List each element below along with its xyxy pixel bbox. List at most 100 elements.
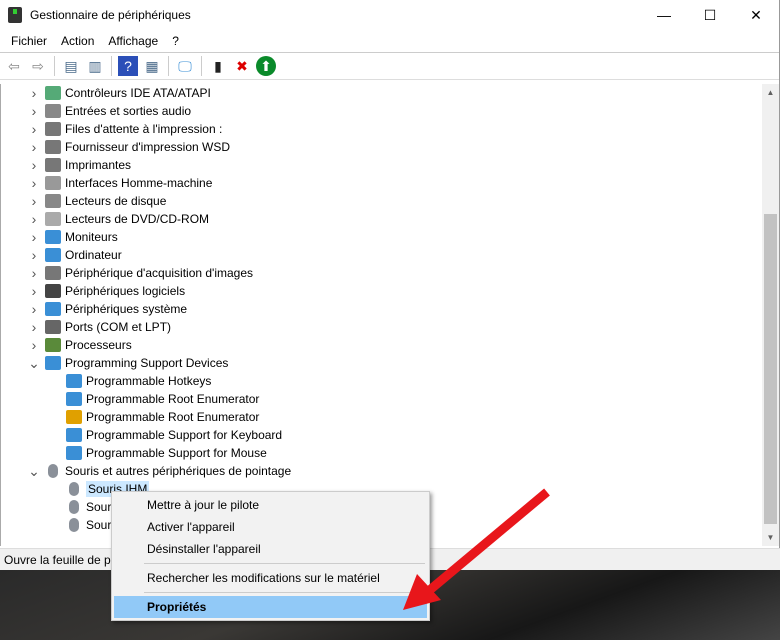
tree-item-label: Lecteurs de DVD/CD-ROM	[65, 212, 210, 226]
tree-category-item[interactable]: › Lecteurs de DVD/CD-ROM	[27, 210, 209, 228]
device-icon	[45, 140, 61, 154]
tree-device-item[interactable]: Programmable Root Enumerator	[62, 408, 259, 426]
scrollbar-thumb[interactable]	[764, 214, 777, 524]
uninstall-button[interactable]: ✖	[232, 56, 252, 76]
chevron-down-icon[interactable]: ⌄	[27, 463, 41, 480]
device-icon	[45, 266, 61, 280]
close-button[interactable]: ✕	[733, 0, 779, 30]
device-icon	[45, 248, 61, 262]
chevron-right-icon[interactable]: ›	[27, 211, 41, 227]
menu-bar: Fichier Action Affichage ?	[0, 30, 779, 52]
menu-item-enable-device[interactable]: Activer l'appareil	[114, 516, 427, 538]
chevron-right-icon[interactable]: ›	[27, 247, 41, 263]
device-icon	[45, 338, 61, 352]
tree-category-item[interactable]: › Périphériques système	[27, 300, 187, 318]
chevron-right-icon[interactable]: ›	[27, 193, 41, 209]
tree-item-label: Fournisseur d'impression WSD	[65, 140, 231, 154]
toolbar-separator	[201, 56, 202, 76]
tree-category-item[interactable]: › Imprimantes	[27, 156, 131, 174]
device-icon	[45, 302, 61, 316]
properties-button[interactable]: ▥	[85, 56, 105, 76]
chevron-right-icon[interactable]: ›	[27, 103, 41, 119]
menu-item-scan-hardware[interactable]: Rechercher les modifications sur le maté…	[114, 567, 427, 589]
tree-category-item[interactable]: › Interfaces Homme-machine	[27, 174, 213, 192]
menu-item-uninstall-device[interactable]: Désinstaller l'appareil	[114, 538, 427, 560]
chevron-right-icon[interactable]: ›	[27, 265, 41, 281]
chevron-right-icon[interactable]: ›	[27, 283, 41, 299]
device-icon	[66, 392, 82, 406]
toolbar-separator	[111, 56, 112, 76]
tree-category-item[interactable]: › Contrôleurs IDE ATA/ATAPI	[27, 84, 211, 102]
tree-device-item[interactable]: Programmable Root Enumerator	[62, 390, 259, 408]
tree-item-label: Périphériques logiciels	[65, 284, 186, 298]
tree-category-item[interactable]: › Moniteurs	[27, 228, 118, 246]
forward-button[interactable]: ⇨	[28, 56, 48, 76]
chevron-right-icon[interactable]: ›	[27, 121, 41, 137]
chevron-right-icon[interactable]: ›	[27, 301, 41, 317]
scroll-down-arrow[interactable]: ▼	[762, 529, 779, 546]
menu-fichier[interactable]: Fichier	[4, 34, 54, 48]
help-button[interactable]: ?	[118, 56, 138, 76]
scroll-up-arrow[interactable]: ▲	[762, 84, 779, 101]
tree-item-label: Programmable Root Enumerator	[86, 410, 260, 424]
menu-action[interactable]: Action	[54, 34, 101, 48]
menu-separator	[144, 592, 425, 593]
maximize-button[interactable]: ☐	[687, 0, 733, 30]
tree-item-label: Programmable Root Enumerator	[86, 392, 260, 406]
device-icon	[45, 230, 61, 244]
tree-item-label: Imprimantes	[65, 158, 132, 172]
chevron-right-icon[interactable]: ›	[27, 139, 41, 155]
tree-category-item[interactable]: › Périphérique d'acquisition d'images	[27, 264, 253, 282]
minimize-button[interactable]: —	[641, 0, 687, 30]
tree-item-label: Processeurs	[65, 338, 132, 352]
tree-category-item[interactable]: › Lecteurs de disque	[27, 192, 167, 210]
action-pane-button[interactable]: ▦	[142, 56, 162, 76]
menu-affichage[interactable]: Affichage	[101, 34, 165, 48]
device-icon	[69, 482, 79, 496]
tree-category-item[interactable]: › Ordinateur	[27, 246, 122, 264]
tree-item-label: Programmable Support for Mouse	[86, 446, 267, 460]
red-arrow-annotation	[403, 488, 550, 610]
device-icon	[45, 212, 61, 226]
tree-category-item[interactable]: › Ports (COM et LPT)	[27, 318, 171, 336]
tree-item-label: Programmable Support for Keyboard	[86, 428, 283, 442]
vertical-scrollbar[interactable]: ▲ ▼	[762, 84, 779, 546]
scan-hardware-button[interactable]: 🖵	[175, 56, 195, 76]
tree-category-item[interactable]: › Périphériques logiciels	[27, 282, 185, 300]
show-hide-console-tree-button[interactable]: ▤	[61, 56, 81, 76]
tree-item-label: Programmable Hotkeys	[86, 374, 212, 388]
tree-category-item[interactable]: › Entrées et sorties audio	[27, 102, 191, 120]
tree-item-label: Périphériques système	[65, 302, 188, 316]
tree-device-item[interactable]: Programmable Support for Mouse	[62, 444, 267, 462]
chevron-right-icon[interactable]: ›	[27, 229, 41, 245]
menu-help[interactable]: ?	[165, 34, 186, 48]
menu-item-update-driver[interactable]: Mettre à jour le pilote	[114, 494, 427, 516]
device-icon	[45, 104, 61, 118]
title-bar: Gestionnaire de périphériques — ☐ ✕	[0, 0, 779, 30]
device-icon	[45, 320, 61, 334]
menu-item-properties[interactable]: Propriétés	[114, 596, 427, 618]
tree-item-label: Lecteurs de disque	[65, 194, 167, 208]
device-icon	[48, 464, 58, 478]
chevron-right-icon[interactable]: ›	[27, 337, 41, 353]
chevron-right-icon[interactable]: ›	[27, 319, 41, 335]
tree-device-item[interactable]: Programmable Support for Keyboard	[62, 426, 282, 444]
update-driver-button[interactable]: ▮	[208, 56, 228, 76]
tree-category-item[interactable]: ⌄ Souris et autres périphériques de point…	[27, 462, 291, 480]
device-icon	[45, 176, 61, 190]
tree-category-item[interactable]: › Fournisseur d'impression WSD	[27, 138, 230, 156]
tree-category-item[interactable]: › Files d'attente à l'impression :	[27, 120, 223, 138]
tree-category-item[interactable]: › Processeurs	[27, 336, 132, 354]
chevron-down-icon[interactable]: ⌄	[27, 355, 41, 372]
chevron-right-icon[interactable]: ›	[27, 85, 41, 101]
device-icon	[69, 500, 79, 514]
enable-device-button[interactable]: ⬆	[256, 56, 276, 76]
tree-category-item[interactable]: ⌄ Programming Support Devices	[27, 354, 228, 372]
context-menu: Mettre à jour le pilote Activer l'appare…	[111, 491, 430, 621]
tree-item-label: Files d'attente à l'impression :	[65, 122, 223, 136]
back-button[interactable]: ⇦	[4, 56, 24, 76]
tree-device-item[interactable]: Programmable Hotkeys	[62, 372, 211, 390]
toolbar-separator	[54, 56, 55, 76]
chevron-right-icon[interactable]: ›	[27, 157, 41, 173]
chevron-right-icon[interactable]: ›	[27, 175, 41, 191]
